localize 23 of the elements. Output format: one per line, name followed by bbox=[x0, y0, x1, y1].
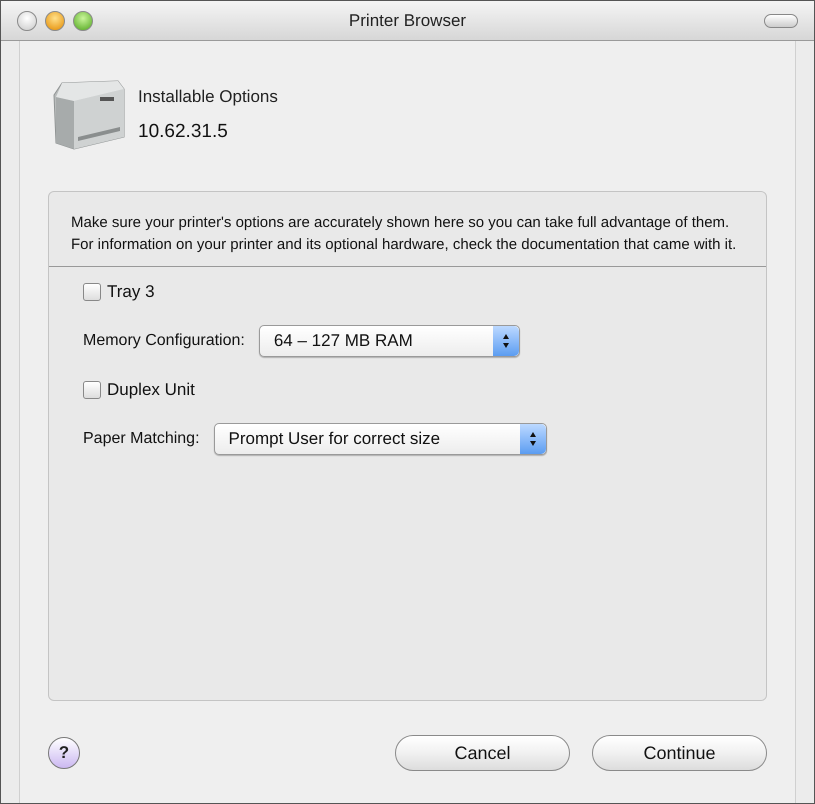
printer-address: 10.62.31.5 bbox=[138, 120, 229, 144]
checkbox-label: Duplex Unit bbox=[107, 379, 195, 402]
up-down-arrows-icon bbox=[529, 431, 538, 447]
checkbox[interactable] bbox=[83, 283, 101, 301]
toolbar-toggle-button[interactable] bbox=[764, 14, 798, 28]
popup-menu[interactable]: Prompt User for correct size bbox=[214, 423, 548, 455]
help-button[interactable]: ? bbox=[48, 737, 80, 769]
checkbox[interactable] bbox=[83, 381, 101, 399]
description-text: Make sure your printer's options are accurately shown here so you can take full advantage of them. For information on your printer and its optional hardware, check the documentation that came with it. bbox=[49, 192, 766, 267]
popup-label: Paper Matching: bbox=[83, 429, 200, 449]
popup-value: 64 – 127 MB RAM bbox=[274, 330, 414, 352]
checkbox-label: Tray 3 bbox=[107, 281, 155, 304]
up-down-arrows-icon bbox=[502, 333, 510, 349]
popup-menu[interactable]: 64 – 127 MB RAM bbox=[258, 325, 520, 357]
minimize-button[interactable] bbox=[45, 10, 65, 30]
window-title: Printer Browser bbox=[348, 10, 466, 32]
popup-label: Memory Configuration: bbox=[83, 331, 245, 351]
zoom-button[interactable] bbox=[73, 10, 93, 30]
dialog-button[interactable]: Continue bbox=[592, 735, 767, 771]
close-button[interactable] bbox=[17, 10, 37, 30]
popup-value: Prompt User for correct size bbox=[228, 428, 442, 450]
sheet-title: Installable Options bbox=[138, 86, 278, 108]
dialog-button[interactable]: Cancel bbox=[395, 735, 570, 771]
